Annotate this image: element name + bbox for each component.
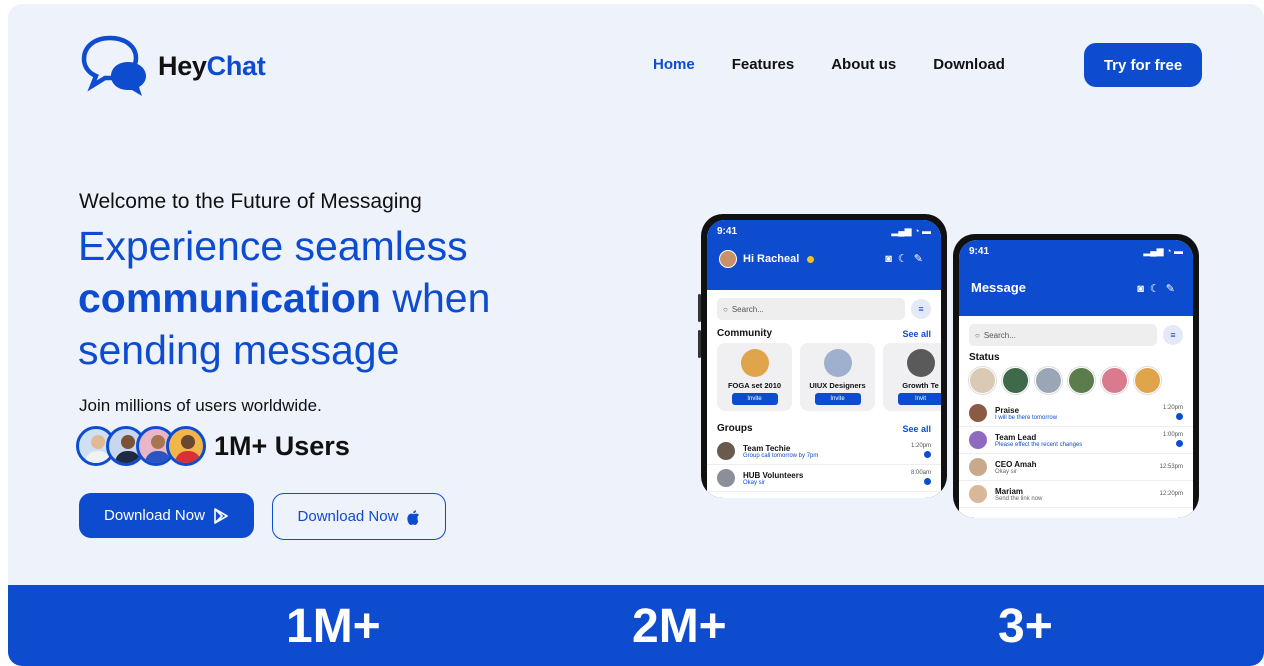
brand-logo[interactable]: HeyChat bbox=[80, 32, 266, 100]
nav-about-us[interactable]: About us bbox=[831, 56, 896, 73]
avatar bbox=[969, 485, 987, 503]
search-icon: ○ bbox=[975, 330, 980, 340]
nav-features[interactable]: Features bbox=[732, 56, 795, 73]
search-input[interactable]: ○ Search... bbox=[969, 324, 1157, 346]
community-card[interactable]: FOGA set 2010 Invite bbox=[717, 343, 792, 411]
phone-header: 9:41 ▂▄▆ ◔ ▬ Hi Racheal ◙☾✎ bbox=[707, 220, 941, 290]
header-actions: ◙☾✎ bbox=[885, 252, 929, 265]
search-input[interactable]: ○ Search... bbox=[717, 298, 905, 320]
join-text: Join millions of users worldwide. bbox=[79, 396, 322, 415]
apple-icon bbox=[407, 509, 420, 525]
stat-value: 1M+ bbox=[286, 600, 381, 653]
moon-icon[interactable]: ☾ bbox=[1150, 283, 1166, 295]
stat-value: 3+ bbox=[998, 600, 1053, 653]
avatar bbox=[717, 469, 735, 487]
search-row: ○ Search... ≡ bbox=[969, 324, 1183, 346]
status-avatar[interactable] bbox=[1035, 367, 1062, 394]
status-avatar[interactable] bbox=[969, 367, 996, 394]
community-card[interactable]: Growth Te Invit bbox=[883, 343, 941, 411]
headline-line-1: Experience seamless bbox=[78, 223, 468, 269]
avatar bbox=[719, 250, 737, 268]
status-dot-icon bbox=[807, 255, 815, 263]
stats-band: 1M+ 2M+ 3+ bbox=[8, 585, 1264, 666]
hero-headline: Experience seamless communication when s… bbox=[78, 220, 618, 376]
community-card[interactable]: UIUX Designers Invite bbox=[800, 343, 875, 411]
invite-button[interactable]: Invite bbox=[814, 393, 861, 405]
chat-row[interactable]: Mariam Send the link now 12:20pm bbox=[959, 481, 1193, 508]
chat-row[interactable]: Praise I will be there tomorrow 1:20pm bbox=[959, 400, 1193, 427]
group-row[interactable]: Team Techie Group call tomorrow by 7pm 1:… bbox=[707, 438, 941, 465]
filter-icon[interactable]: ≡ bbox=[911, 299, 931, 319]
status-list bbox=[959, 367, 1193, 394]
camera-icon[interactable]: ◙ bbox=[885, 253, 898, 265]
play-store-icon bbox=[214, 507, 228, 524]
phone-time: 9:41 bbox=[717, 226, 738, 237]
community-header: Community See all bbox=[717, 328, 931, 339]
unread-badge bbox=[1176, 439, 1183, 447]
messages-title: Message bbox=[971, 280, 1026, 295]
community-list: FOGA set 2010 Invite UIUX Designers Invi… bbox=[707, 343, 941, 411]
unread-badge bbox=[924, 450, 931, 458]
users-count: 1M+ Users bbox=[214, 430, 350, 461]
status-avatar[interactable] bbox=[1134, 367, 1161, 394]
community-image bbox=[823, 349, 852, 377]
stat-value: 2M+ bbox=[632, 600, 727, 653]
invite-button[interactable]: Invit bbox=[897, 393, 941, 405]
avatar bbox=[969, 431, 987, 449]
nav-home[interactable]: Home bbox=[653, 56, 695, 73]
filter-icon[interactable]: ≡ bbox=[1163, 325, 1183, 345]
brand-name: HeyChat bbox=[158, 50, 266, 81]
landing-page: HeyChat Home Features About us Download … bbox=[8, 4, 1264, 666]
moon-icon[interactable]: ☾ bbox=[898, 253, 914, 265]
chat-row[interactable]: Team Lead Please effect the recent change… bbox=[959, 427, 1193, 454]
phone-screen-home: 9:41 ▂▄▆ ◔ ▬ Hi Racheal ◙☾✎ ○ Search... ≡… bbox=[707, 220, 941, 498]
invite-button[interactable]: Invite bbox=[731, 393, 778, 405]
unread-badge bbox=[924, 477, 931, 485]
search-row: ○ Search... ≡ bbox=[717, 298, 931, 320]
greeting: Hi Racheal bbox=[719, 250, 815, 268]
phone-time: 9:41 bbox=[969, 246, 990, 257]
main-nav: Home Features About us Download bbox=[653, 56, 1005, 73]
headline-line-3: sending message bbox=[78, 327, 400, 373]
try-for-free-button[interactable]: Try for free bbox=[1084, 43, 1202, 87]
chat-row[interactable]: CEO Amah Okay sir 12:53pm bbox=[959, 454, 1193, 481]
status-avatar[interactable] bbox=[1002, 367, 1029, 394]
edit-icon[interactable]: ✎ bbox=[914, 253, 929, 265]
users-avatars-row: 1M+ Users bbox=[76, 426, 350, 466]
hero-eyebrow: Welcome to the Future of Messaging bbox=[79, 190, 422, 213]
search-icon: ○ bbox=[723, 304, 728, 314]
chat-bubbles-logo-icon bbox=[81, 35, 146, 96]
phone-mockup-home: 9:41 ▂▄▆ ◔ ▬ Hi Racheal ◙☾✎ ○ Search... ≡… bbox=[701, 214, 947, 498]
status-avatar[interactable] bbox=[1101, 367, 1128, 394]
see-all-link[interactable]: See all bbox=[902, 424, 931, 434]
avatar bbox=[969, 458, 987, 476]
nav-download[interactable]: Download bbox=[933, 56, 1005, 73]
see-all-link[interactable]: See all bbox=[902, 329, 931, 339]
avatar bbox=[717, 442, 735, 460]
unread-badge bbox=[1176, 412, 1183, 420]
groups-header: Groups See all bbox=[717, 423, 931, 434]
community-image bbox=[906, 349, 935, 377]
edit-icon[interactable]: ✎ bbox=[1166, 283, 1181, 295]
avatar bbox=[166, 426, 206, 466]
group-row[interactable]: HUB Volunteers Okay sir 8:00am bbox=[707, 465, 941, 492]
community-image bbox=[740, 349, 769, 377]
signal-wifi-battery-icon: ▂▄▆ ◔ ▬ bbox=[1143, 246, 1183, 256]
signal-wifi-battery-icon: ▂▄▆ ◔ ▬ bbox=[891, 226, 931, 236]
phone-screen-messages: 9:41 ▂▄▆ ◔ ▬ Message ◙☾✎ ○ Search... ≡ St… bbox=[959, 240, 1193, 518]
avatar bbox=[969, 404, 987, 422]
status-avatar[interactable] bbox=[1068, 367, 1095, 394]
status-header: Status bbox=[969, 352, 1000, 363]
phone-header: 9:41 ▂▄▆ ◔ ▬ Message ◙☾✎ bbox=[959, 240, 1193, 316]
download-app-store-button[interactable]: Download Now bbox=[272, 493, 446, 540]
camera-icon[interactable]: ◙ bbox=[1137, 283, 1150, 295]
header-actions: ◙☾✎ bbox=[1137, 282, 1181, 295]
download-play-store-button[interactable]: Download Now bbox=[79, 493, 254, 538]
phone-mockup-messages: 9:41 ▂▄▆ ◔ ▬ Message ◙☾✎ ○ Search... ≡ St… bbox=[953, 234, 1199, 518]
headline-line-2: communication when bbox=[78, 275, 491, 321]
